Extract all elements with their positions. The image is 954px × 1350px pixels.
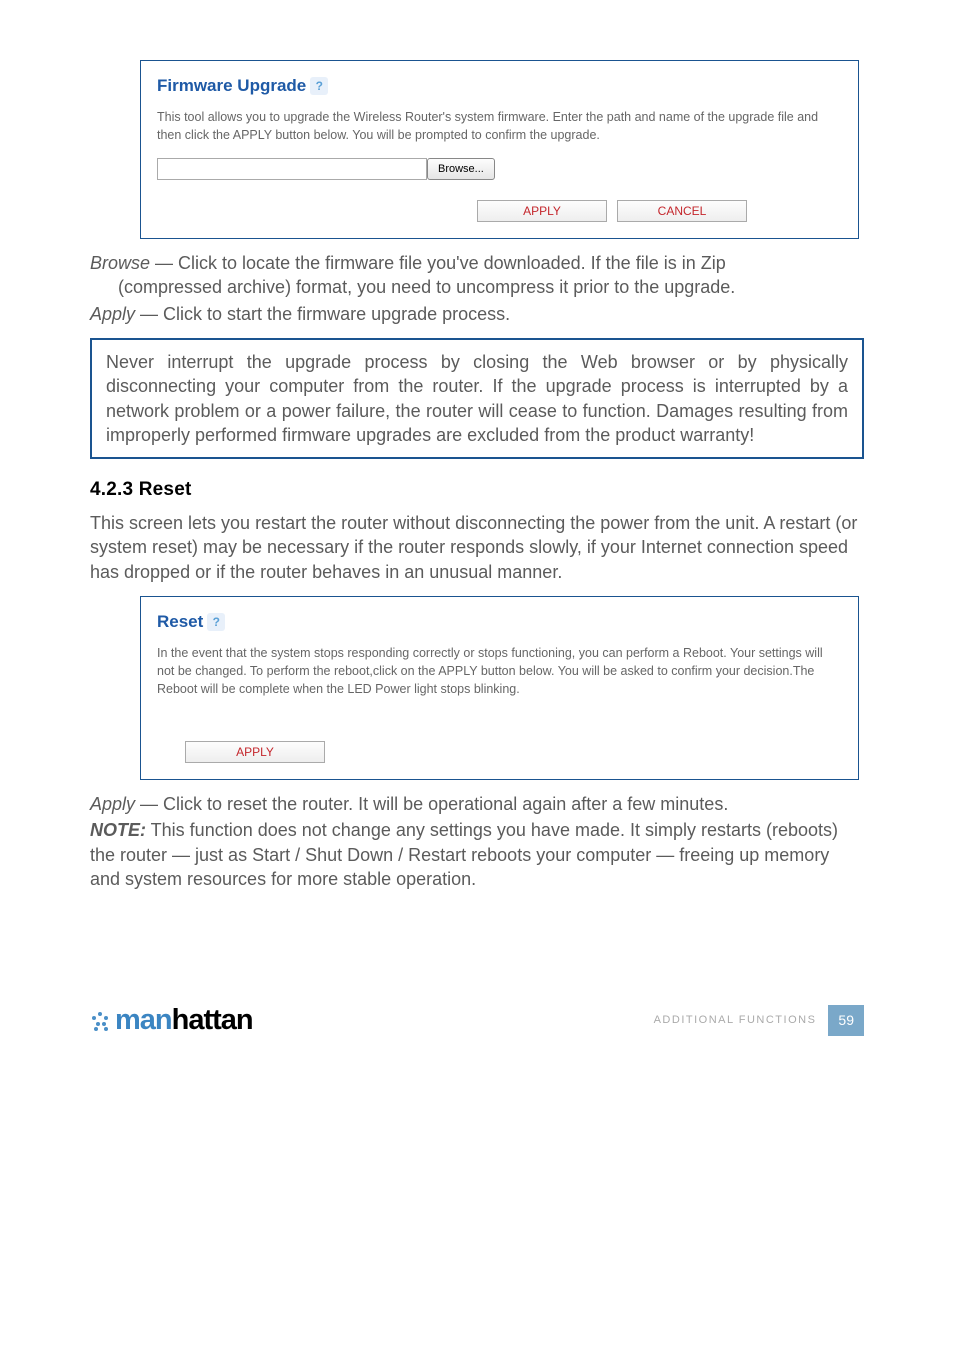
page-footer: manhattan ADDITIONAL FUNCTIONS 59 [90, 1001, 864, 1040]
apply-def-line: — Click to start the firmware upgrade pr… [135, 304, 510, 324]
warning-box: Never interrupt the upgrade process by c… [90, 338, 864, 459]
browse-term: Browse [90, 253, 150, 273]
firmware-description: This tool allows you to upgrade the Wire… [157, 108, 842, 144]
firmware-file-input[interactable] [157, 158, 427, 180]
browse-def-line2: (compressed archive) format, you need to… [90, 275, 864, 299]
apply-button[interactable]: APPLY [185, 741, 325, 763]
page-number: 59 [828, 1005, 864, 1036]
brand-text: manhattan [115, 1001, 253, 1040]
help-icon[interactable]: ? [207, 613, 225, 631]
note-body: This function does not change any settin… [90, 820, 838, 889]
reset-button-row: APPLY [157, 738, 842, 763]
firmware-title: Firmware Upgrade [157, 75, 306, 98]
note-paragraph: NOTE: This function does not change any … [90, 818, 864, 891]
logo-dots-icon [90, 1010, 112, 1032]
footer-section-label: ADDITIONAL FUNCTIONS [654, 1013, 817, 1028]
reset-apply-line: — Click to reset the router. It will be … [135, 794, 728, 814]
apply-term: Apply [90, 304, 135, 324]
reset-title-row: Reset ? [157, 611, 225, 634]
footer-right: ADDITIONAL FUNCTIONS 59 [654, 1005, 864, 1036]
reset-heading: 4.2.3 Reset [90, 477, 864, 503]
brand-suffix: hattan [172, 1004, 253, 1036]
firmware-upgrade-panel: Firmware Upgrade ? This tool allows you … [140, 60, 859, 239]
apply-button[interactable]: APPLY [477, 200, 607, 222]
browse-definition: Browse — Click to locate the firmware fi… [90, 251, 864, 300]
file-select-row: Browse... [157, 158, 842, 180]
reset-title: Reset [157, 611, 203, 634]
firmware-title-row: Firmware Upgrade ? [157, 75, 328, 98]
brand-prefix: man [115, 1004, 172, 1036]
firmware-button-row: APPLY CANCEL [157, 200, 842, 222]
brand-logo: manhattan [90, 1001, 253, 1040]
reset-intro: This screen lets you restart the router … [90, 511, 864, 584]
help-icon[interactable]: ? [310, 77, 328, 95]
cancel-button[interactable]: CANCEL [617, 200, 747, 222]
browse-def-line1: — Click to locate the firmware file you'… [150, 253, 726, 273]
reset-apply-definition: Apply — Click to reset the router. It wi… [90, 792, 864, 816]
note-label: NOTE: [90, 820, 146, 840]
reset-panel: Reset ? In the event that the system sto… [140, 596, 859, 780]
apply-definition: Apply — Click to start the firmware upgr… [90, 302, 864, 326]
reset-apply-term: Apply [90, 794, 135, 814]
reset-description: In the event that the system stops respo… [157, 644, 842, 698]
browse-button[interactable]: Browse... [427, 158, 495, 180]
